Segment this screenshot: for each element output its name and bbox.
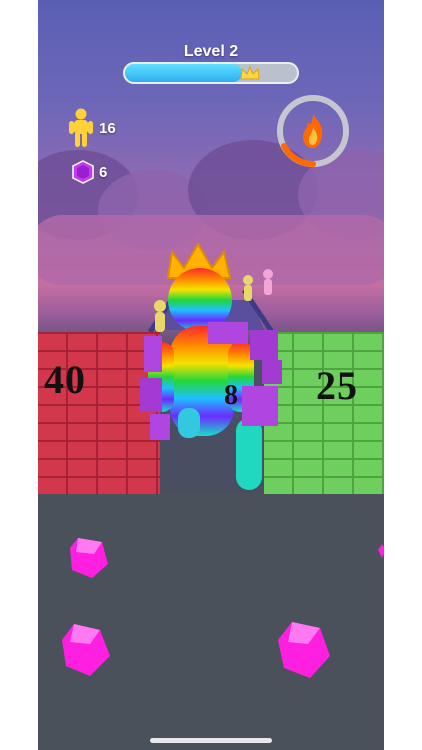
crowd-count: 16 bbox=[99, 119, 116, 137]
level-progress-fill bbox=[125, 64, 242, 82]
gate-value-middle: 8 bbox=[224, 380, 239, 411]
gem-pickup bbox=[278, 622, 330, 678]
track-floor bbox=[38, 492, 384, 750]
gem-counter: 6 bbox=[72, 160, 107, 184]
boost-meter[interactable] bbox=[274, 92, 352, 170]
gem-pickup bbox=[378, 544, 384, 558]
boost-meter-fill bbox=[281, 143, 316, 167]
broken-bricks bbox=[140, 322, 282, 440]
crown-icon bbox=[240, 66, 260, 80]
person-icon bbox=[69, 108, 93, 147]
level-progress-bar bbox=[123, 62, 299, 84]
gate-value-left: 40 bbox=[44, 357, 86, 402]
gem-pickup bbox=[62, 624, 110, 676]
crowd-counter: 16 bbox=[68, 108, 116, 148]
gem-count: 6 bbox=[99, 163, 108, 181]
level-title: Level 2 bbox=[183, 43, 239, 60]
gate-value-right: 25 bbox=[316, 363, 358, 408]
gem-icon bbox=[72, 160, 94, 184]
home-indicator[interactable] bbox=[150, 738, 272, 743]
game-screen[interactable]: 40 8 25 Level 2 16 6 bbox=[38, 0, 384, 750]
gem-pickup bbox=[70, 538, 108, 578]
fire-icon bbox=[303, 114, 323, 148]
